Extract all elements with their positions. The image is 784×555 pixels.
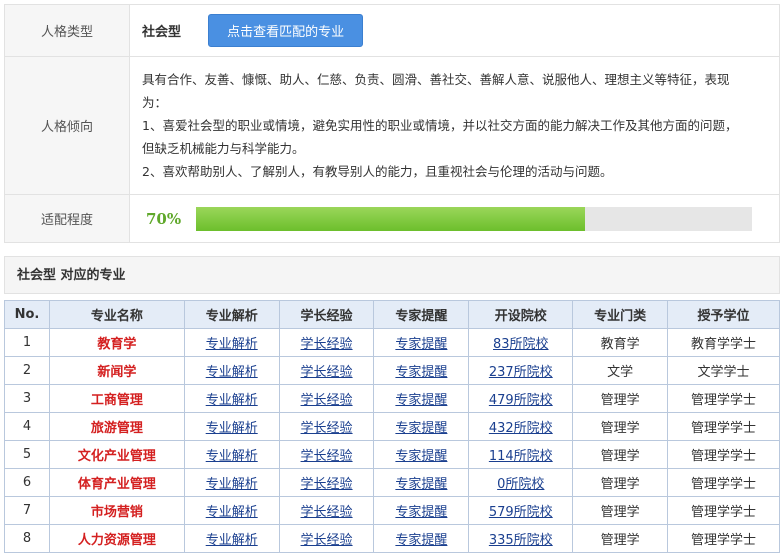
tendency-line: 1、喜爱社会型的职业或情境，避免实用性的职业或情境，并以社交方面的能力解决工作及… xyxy=(142,118,738,133)
major-name: 体育产业管理 xyxy=(77,477,156,492)
senior-experience-link[interactable]: 学长经验 xyxy=(301,393,353,408)
major-analysis-link[interactable]: 专业解析 xyxy=(206,477,258,492)
table-row: 6 体育产业管理 专业解析 学长经验 专家提醒 0所院校 管理学 管理学学士 xyxy=(4,468,780,497)
degree-awarded: 管理学学士 xyxy=(691,393,757,408)
section-title: 社会型 对应的专业 xyxy=(4,256,780,294)
schools-count-link[interactable]: 432所院校 xyxy=(489,421,553,436)
expert-remind-link[interactable]: 专家提醒 xyxy=(395,449,447,464)
degree-awarded: 文学学士 xyxy=(697,365,750,380)
row-number: 4 xyxy=(22,419,32,434)
col-header-schools: 开设院校 xyxy=(468,300,574,329)
degree-awarded: 管理学学士 xyxy=(691,421,757,436)
expert-remind-link[interactable]: 专家提醒 xyxy=(395,533,447,548)
col-header-name: 专业名称 xyxy=(48,300,185,329)
major-category: 管理学 xyxy=(600,393,640,408)
row-number: 7 xyxy=(22,503,32,518)
row-number: 3 xyxy=(22,391,32,406)
fit-label: 适配程度 xyxy=(4,194,130,243)
schools-count-link[interactable]: 579所院校 xyxy=(489,505,553,520)
tendency-line: 为： xyxy=(142,95,168,110)
major-category: 教育学 xyxy=(600,337,640,352)
row-number: 5 xyxy=(22,447,32,462)
table-row: 3 工商管理 专业解析 学长经验 专家提醒 479所院校 管理学 管理学学士 xyxy=(4,384,780,413)
senior-experience-link[interactable]: 学长经验 xyxy=(301,421,353,436)
major-category: 管理学 xyxy=(600,421,640,436)
senior-experience-link[interactable]: 学长经验 xyxy=(301,365,353,380)
major-analysis-link[interactable]: 专业解析 xyxy=(206,449,258,464)
col-header-category: 专业门类 xyxy=(572,300,669,329)
schools-count-link[interactable]: 479所院校 xyxy=(489,393,553,408)
schools-count-link[interactable]: 114所院校 xyxy=(489,449,553,464)
col-header-expert-remind: 专家提醒 xyxy=(373,300,470,329)
expert-remind-link[interactable]: 专家提醒 xyxy=(395,393,447,408)
schools-count-link[interactable]: 83所院校 xyxy=(493,337,549,352)
senior-experience-link[interactable]: 学长经验 xyxy=(301,337,353,352)
col-header-experience: 学长经验 xyxy=(278,300,375,329)
table-row: 8 人力资源管理 专业解析 学长经验 专家提醒 335所院校 管理学 管理学学士 xyxy=(4,524,780,553)
row-number: 6 xyxy=(22,475,32,490)
major-name: 教育学 xyxy=(97,337,137,352)
major-category: 管理学 xyxy=(600,533,640,548)
degree-awarded: 管理学学士 xyxy=(691,449,757,464)
senior-experience-link[interactable]: 学长经验 xyxy=(301,477,353,492)
fit-percent: 70% xyxy=(146,209,182,228)
expert-remind-link[interactable]: 专家提醒 xyxy=(395,365,447,380)
expert-remind-link[interactable]: 专家提醒 xyxy=(395,505,447,520)
schools-count-link[interactable]: 237所院校 xyxy=(489,365,553,380)
major-analysis-link[interactable]: 专业解析 xyxy=(206,421,258,436)
majors-table: No. 专业名称 专业解析 学长经验 专家提醒 开设院校 专业门类 授予学位 1… xyxy=(4,300,780,553)
schools-count-link[interactable]: 335所院校 xyxy=(489,533,553,548)
fit-progress-bar xyxy=(196,206,753,231)
col-header-no: No. xyxy=(4,300,50,329)
schools-count-link[interactable]: 0所院校 xyxy=(497,477,544,492)
senior-experience-link[interactable]: 学长经验 xyxy=(301,533,353,548)
type-value: 社会型 xyxy=(142,25,182,40)
degree-awarded: 教育学学士 xyxy=(691,337,757,352)
tendency-line: 2、喜欢帮助别人、了解别人，有教导别人的能力，且重视社会与伦理的活动与问题。 xyxy=(142,164,613,179)
table-row: 4 旅游管理 专业解析 学长经验 专家提醒 432所院校 管理学 管理学学士 xyxy=(4,412,780,441)
tendency-line: 但缺乏机械能力与科学能力。 xyxy=(142,141,305,156)
col-header-degree: 授予学位 xyxy=(667,300,780,329)
table-row: 5 文化产业管理 专业解析 学长经验 专家提醒 114所院校 管理学 管理学学士 xyxy=(4,440,780,469)
senior-experience-link[interactable]: 学长经验 xyxy=(301,505,353,520)
degree-awarded: 管理学学士 xyxy=(691,533,757,548)
col-header-analysis: 专业解析 xyxy=(183,300,280,329)
row-number: 8 xyxy=(22,531,32,546)
major-analysis-link[interactable]: 专业解析 xyxy=(206,393,258,408)
major-name: 工商管理 xyxy=(90,393,143,408)
view-matching-majors-button[interactable]: 点击查看匹配的专业 xyxy=(208,14,364,47)
row-number: 1 xyxy=(22,335,32,350)
major-category: 管理学 xyxy=(600,505,640,520)
row-number: 2 xyxy=(22,363,32,378)
fit-progress-fill xyxy=(196,206,586,231)
tendency-label: 人格倾向 xyxy=(4,56,130,195)
table-row: 1 教育学 专业解析 学长经验 专家提醒 83所院校 教育学 教育学学士 xyxy=(4,328,780,357)
tendency-description: 具有合作、友善、慷慨、助人、仁慈、负责、圆滑、善社交、善解人意、说服他人、理想主… xyxy=(129,56,780,195)
major-name: 新闻学 xyxy=(97,365,137,380)
degree-awarded: 管理学学士 xyxy=(691,477,757,492)
personality-info-table: 人格类型 社会型 点击查看匹配的专业 人格倾向 具有合作、友善、慷慨、助人、仁慈… xyxy=(4,4,780,243)
senior-experience-link[interactable]: 学长经验 xyxy=(301,449,353,464)
major-category: 文学 xyxy=(607,365,634,380)
major-category: 管理学 xyxy=(600,449,640,464)
major-analysis-link[interactable]: 专业解析 xyxy=(206,533,258,548)
major-name: 人力资源管理 xyxy=(77,533,156,548)
table-row: 2 新闻学 专业解析 学长经验 专家提醒 237所院校 文学 文学学士 xyxy=(4,356,780,385)
tendency-line: 具有合作、友善、慷慨、助人、仁慈、负责、圆滑、善社交、善解人意、说服他人、理想主… xyxy=(142,72,730,87)
major-name: 旅游管理 xyxy=(90,421,143,436)
major-category: 管理学 xyxy=(600,477,640,492)
expert-remind-link[interactable]: 专家提醒 xyxy=(395,421,447,436)
major-analysis-link[interactable]: 专业解析 xyxy=(206,505,258,520)
major-name: 市场营销 xyxy=(90,505,143,520)
major-name: 文化产业管理 xyxy=(77,449,156,464)
major-analysis-link[interactable]: 专业解析 xyxy=(206,337,258,352)
major-analysis-link[interactable]: 专业解析 xyxy=(206,365,258,380)
expert-remind-link[interactable]: 专家提醒 xyxy=(395,337,447,352)
degree-awarded: 管理学学士 xyxy=(691,505,757,520)
table-row: 7 市场营销 专业解析 学长经验 专家提醒 579所院校 管理学 管理学学士 xyxy=(4,496,780,525)
expert-remind-link[interactable]: 专家提醒 xyxy=(395,477,447,492)
type-label: 人格类型 xyxy=(4,4,130,57)
